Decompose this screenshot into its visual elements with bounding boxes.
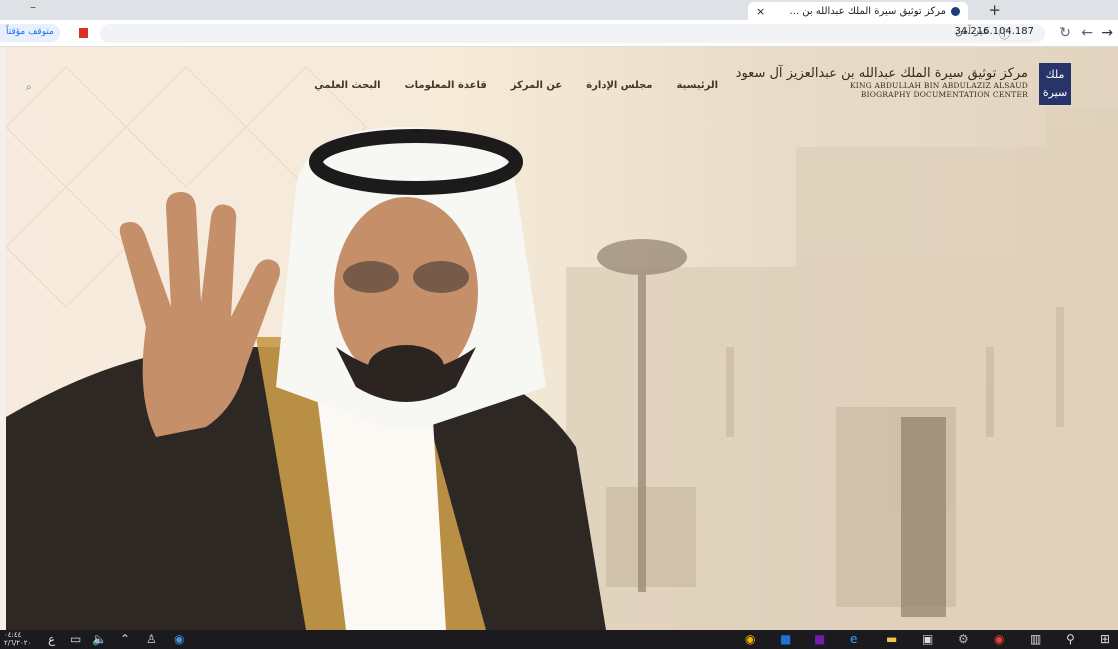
edge-icon[interactable]: e [850,632,857,647]
browser-tab[interactable]: مركز توثيق سيرة الملك عبدالله بن ... × [748,2,968,20]
task-view-icon[interactable]: ▥ [1030,632,1041,647]
chrome-tray-icon[interactable]: ◉ [174,632,184,647]
nav-item-home[interactable]: الرئيسية [676,80,718,91]
chrome-app-icon[interactable]: ◉ [994,632,1004,647]
logo-arabic: مركز توثيق سيرة الملك عبدالله بن عبدالعز… [735,66,1028,81]
volume-icon[interactable]: 🔈 [92,632,107,647]
onenote-icon[interactable]: ■ [814,632,825,647]
windows-taskbar: ٠٤:٤٤ ٢/٦/٢٠٢٠ ع ▭ 🔈 ⌃ ♙ ◉ ◉ ■ ■ e ▬ ▣ ⚙… [0,630,1118,649]
nav-item-about[interactable]: عن المركز [511,80,562,91]
people-icon[interactable]: ♙ [146,632,157,647]
clock-time: ٠٤:٤٤ [4,631,22,639]
url-text[interactable]: 34.216.104.187 [954,26,1034,37]
clock-date: ٢/٦/٢٠٢٠ [4,639,32,647]
chrome-icon[interactable]: ◉ [745,632,755,647]
show-hidden-icons-icon[interactable]: ⌃ [120,632,130,647]
nav-item-database[interactable]: قاعدة المعلومات [405,80,487,91]
store-icon[interactable]: ▣ [922,632,933,647]
forward-icon[interactable]: → [1101,23,1113,43]
reload-icon[interactable]: ↻ [1059,23,1071,43]
tab-bar: – مركز توثيق سيرة الملك عبدالله بن ... ×… [0,0,1118,20]
tab-title: مركز توثيق سيرة الملك عبدالله بن ... [789,5,946,17]
nav-item-board[interactable]: مجلس الإدارة [586,80,652,91]
bookmark-icon[interactable] [79,28,88,38]
outlook-icon[interactable]: ■ [780,632,791,647]
back-icon[interactable]: ← [1081,23,1093,43]
windows-start-icon[interactable]: ⊞ [1100,632,1110,647]
address-bar[interactable] [100,24,1045,43]
logo-english-line-2: BIOGRAPHY DOCUMENTATION CENTER [860,90,1028,99]
logo-english-line-1: KING ABDULLAH BIN ABDULAZIZ ALSAUD [850,81,1028,90]
hero-section: ⌕ الرئيسية مجلس الإدارة عن المركز قاعدة … [6,47,1118,630]
explorer-icon[interactable]: ▬ [886,632,897,647]
input-language[interactable]: ع [48,632,55,647]
tab-close-icon[interactable]: × [756,5,765,18]
site-logo-text[interactable]: مركز توثيق سيرة الملك عبدالله بن عبدالعز… [736,66,1028,99]
taskbar-search-icon[interactable]: ⚲ [1066,632,1075,647]
main-nav: الرئيسية مجلس الإدارة عن المركز قاعدة ال… [314,80,718,91]
hero-image [6,66,1118,630]
site-logo-icon[interactable]: ملك سيرة [1039,63,1071,105]
nav-item-research[interactable]: البحث العلمي [314,80,380,91]
minimize-button[interactable]: – [30,0,36,14]
profile-paused-button[interactable]: متوقف مؤقتاً [0,24,60,42]
browser-toolbar: متوقف مؤقتاً ☆ غير آمن ⓘ 34.216.104.187 … [0,20,1118,47]
taskbar-clock[interactable]: ٠٤:٤٤ ٢/٦/٢٠٢٠ [4,631,31,647]
new-tab-button[interactable]: + [988,0,1001,20]
site-favicon-icon [951,6,960,16]
search-icon[interactable]: ⌕ [26,82,32,93]
settings-icon[interactable]: ⚙ [958,632,969,647]
action-center-icon[interactable]: ▭ [70,632,81,647]
